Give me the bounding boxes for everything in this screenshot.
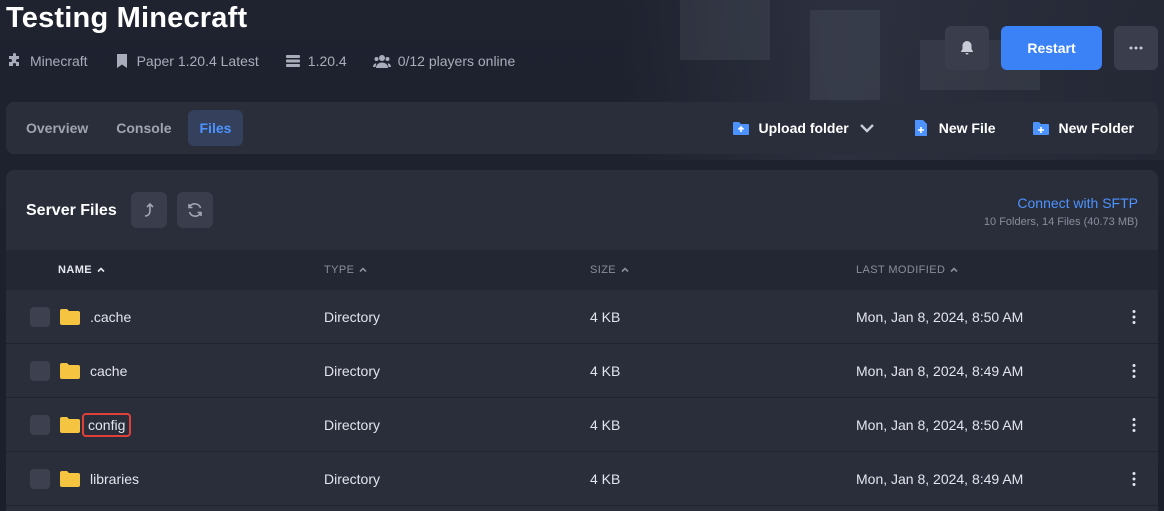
column-type-label: TYPE bbox=[324, 264, 355, 276]
sort-up-icon bbox=[97, 267, 105, 273]
sort-up-icon bbox=[621, 267, 629, 273]
arrow-up-icon bbox=[144, 202, 154, 217]
sort-up-icon bbox=[950, 267, 958, 273]
folder-icon bbox=[60, 363, 80, 379]
files-panel-header: Server Files Connect with SFTP 10 Folder… bbox=[6, 170, 1158, 250]
table-header: NAME TYPE SIZE LAST MODIFIED bbox=[6, 250, 1158, 290]
folder-icon bbox=[60, 471, 80, 487]
refresh-button[interactable] bbox=[177, 192, 213, 228]
folder-upload-icon bbox=[732, 122, 749, 135]
file-type: Directory bbox=[324, 309, 381, 325]
column-type[interactable]: TYPE bbox=[324, 264, 368, 276]
table-row[interactable]: .cache Directory 4 KB Mon, Jan 8, 2024, … bbox=[6, 290, 1158, 344]
connect-sftp-link[interactable]: Connect with SFTP bbox=[1017, 195, 1138, 211]
bell-icon bbox=[961, 41, 973, 55]
files-panel-title: Server Files bbox=[26, 202, 117, 219]
file-modified: Mon, Jan 8, 2024, 8:49 AM bbox=[856, 471, 1024, 487]
file-type: Directory bbox=[324, 471, 381, 487]
server-title: Testing Minecraft bbox=[6, 2, 248, 34]
notifications-button[interactable] bbox=[945, 26, 989, 70]
puzzle-icon bbox=[9, 53, 19, 66]
row-checkbox[interactable] bbox=[30, 361, 50, 381]
column-name[interactable]: NAME bbox=[58, 264, 106, 276]
new-folder-button[interactable]: New Folder bbox=[1032, 119, 1134, 137]
file-size: 4 KB bbox=[590, 471, 621, 487]
folder-icon bbox=[60, 417, 80, 433]
parent-directory-button[interactable] bbox=[131, 192, 167, 228]
refresh-icon bbox=[188, 203, 202, 217]
row-menu-button[interactable] bbox=[1132, 452, 1136, 506]
file-size: 4 KB bbox=[590, 309, 621, 325]
column-name-label: NAME bbox=[58, 264, 92, 276]
tab-files[interactable]: Files bbox=[187, 110, 244, 146]
column-size-label: SIZE bbox=[590, 264, 617, 276]
meta-version: 1.20.4 bbox=[285, 53, 347, 69]
folder-icon bbox=[60, 309, 80, 325]
meta-players: 0/12 players online bbox=[372, 53, 516, 69]
upload-folder-button[interactable]: Upload folder bbox=[732, 119, 876, 137]
file-type: Directory bbox=[324, 363, 381, 379]
meta-players-label: 0/12 players online bbox=[397, 53, 516, 69]
bookmark-icon bbox=[116, 54, 127, 68]
kebab-icon bbox=[1132, 310, 1136, 324]
file-name[interactable]: libraries bbox=[86, 469, 143, 489]
file-size: 4 KB bbox=[590, 363, 621, 379]
row-menu-button[interactable] bbox=[1132, 398, 1136, 452]
file-type: Directory bbox=[324, 417, 381, 433]
new-file-label: New File bbox=[938, 120, 996, 136]
tab-bar: Overview Console Files Upload folder New… bbox=[6, 102, 1158, 154]
column-last-modified[interactable]: LAST MODIFIED bbox=[856, 264, 959, 276]
folder-plus-icon bbox=[1032, 122, 1049, 135]
chevron-down-icon bbox=[859, 124, 874, 133]
file-modified: Mon, Jan 8, 2024, 8:49 AM bbox=[856, 363, 1024, 379]
meta-game-label: Minecraft bbox=[30, 53, 88, 69]
more-options-button[interactable] bbox=[1114, 26, 1158, 70]
sort-up-icon bbox=[359, 267, 367, 273]
tab-console[interactable]: Console bbox=[104, 110, 183, 146]
tab-overview[interactable]: Overview bbox=[14, 110, 100, 146]
meta-software: Paper 1.20.4 Latest bbox=[114, 53, 259, 69]
kebab-icon bbox=[1132, 472, 1136, 486]
users-icon bbox=[372, 55, 391, 68]
column-size[interactable]: SIZE bbox=[590, 264, 630, 276]
file-name[interactable]: .cache bbox=[86, 307, 135, 327]
upload-folder-label: Upload folder bbox=[758, 120, 849, 136]
file-counts: 10 Folders, 14 Files (40.73 MB) bbox=[983, 216, 1138, 228]
ellipsis-icon bbox=[1129, 46, 1143, 50]
file-plus-icon bbox=[914, 120, 927, 136]
file-name[interactable]: config bbox=[82, 413, 132, 437]
row-menu-button[interactable] bbox=[1132, 344, 1136, 398]
layers-icon bbox=[285, 55, 300, 67]
kebab-icon bbox=[1132, 418, 1136, 432]
row-checkbox[interactable] bbox=[30, 307, 50, 327]
kebab-icon bbox=[1132, 364, 1136, 378]
file-actions: Upload folder New File New Folder bbox=[732, 119, 1151, 137]
top-actions: Restart bbox=[945, 26, 1158, 70]
server-meta: Minecraft Paper 1.20.4 Latest 1.20.4 0/1… bbox=[7, 53, 515, 69]
table-row[interactable]: config Directory 4 KB Mon, Jan 8, 2024, … bbox=[6, 398, 1158, 452]
new-folder-label: New Folder bbox=[1058, 120, 1134, 136]
file-modified: Mon, Jan 8, 2024, 8:50 AM bbox=[856, 309, 1024, 325]
row-menu-button[interactable] bbox=[1132, 290, 1136, 344]
file-name[interactable]: cache bbox=[86, 361, 131, 381]
meta-software-label: Paper 1.20.4 Latest bbox=[136, 53, 259, 69]
file-size: 4 KB bbox=[590, 417, 621, 433]
meta-game: Minecraft bbox=[7, 53, 88, 69]
meta-version-label: 1.20.4 bbox=[307, 53, 347, 69]
files-panel: Server Files Connect with SFTP 10 Folder… bbox=[6, 170, 1158, 511]
table-row[interactable]: libraries Directory 4 KB Mon, Jan 8, 202… bbox=[6, 452, 1158, 506]
new-file-button[interactable]: New File bbox=[912, 119, 996, 137]
row-checkbox[interactable] bbox=[30, 469, 50, 489]
column-last-modified-label: LAST MODIFIED bbox=[856, 264, 946, 276]
file-modified: Mon, Jan 8, 2024, 8:50 AM bbox=[856, 417, 1024, 433]
table-row[interactable]: cache Directory 4 KB Mon, Jan 8, 2024, 8… bbox=[6, 344, 1158, 398]
row-checkbox[interactable] bbox=[30, 415, 50, 435]
restart-button[interactable]: Restart bbox=[1001, 26, 1102, 70]
